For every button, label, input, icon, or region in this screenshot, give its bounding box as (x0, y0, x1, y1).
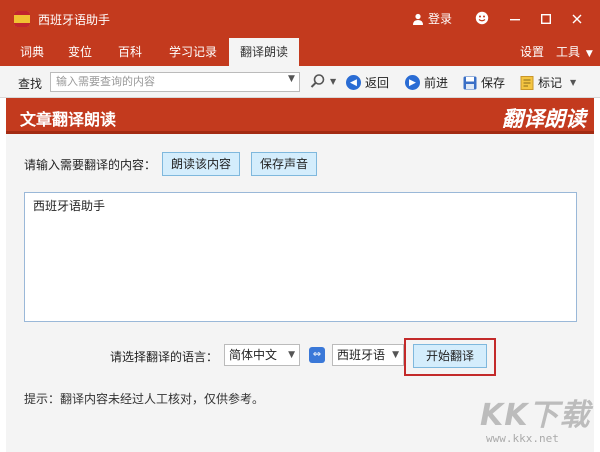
target-language-value: 西班牙语 (337, 348, 386, 362)
language-label: 请选择翻译的语言： (110, 350, 219, 364)
read-aloud-button[interactable]: 朗读该内容 (162, 152, 241, 176)
tab-translate-read[interactable]: 翻译朗读 (229, 38, 299, 66)
page-title: 文章翻译朗读 (20, 110, 117, 129)
login-button[interactable]: 登录 (412, 10, 452, 27)
tab-encyclopedia[interactable]: 百科 (108, 38, 152, 66)
minimize-icon[interactable] (504, 8, 526, 30)
target-language-select[interactable]: 西班牙语 ▼ (332, 344, 404, 366)
tip-text: 提示：翻译内容未经过人工核对，仅供参考。 (24, 392, 265, 406)
chevron-down-icon: ▼ (288, 350, 295, 360)
arrow-right-icon: ▶ (405, 75, 420, 90)
toolbar: 查找 输入需要查询的内容 ▼ ▼ ◀ 返回 ▶ 前进 保存 标记 ▼ (0, 66, 600, 98)
tab-conjugation[interactable]: 变位 (58, 38, 102, 66)
tools-label: 工具 (556, 45, 581, 59)
start-translate-button[interactable]: 开始翻译 (413, 344, 487, 368)
search-button[interactable]: ▼ (310, 73, 336, 89)
search-input[interactable]: 输入需要查询的内容 (50, 72, 300, 92)
chevron-down-icon: ▼ (392, 350, 399, 360)
login-label: 登录 (428, 12, 453, 26)
app-title: 西班牙语助手 (38, 13, 111, 27)
settings-menu[interactable]: 设置 (520, 38, 544, 66)
close-icon[interactable] (566, 8, 588, 30)
save-button[interactable]: 保存 (463, 74, 505, 91)
app-logo-icon (14, 11, 30, 27)
watermark: KK下载 www.kkx.net (470, 390, 598, 450)
forward-label: 前进 (424, 76, 449, 90)
maximize-icon[interactable] (535, 8, 557, 30)
watermark-url: www.kkx.net (486, 432, 559, 445)
chevron-down-icon: ▼ (585, 49, 593, 59)
chevron-down-icon: ▼ (330, 76, 337, 86)
save-label: 保存 (481, 76, 506, 90)
smiley-icon[interactable] (475, 11, 489, 25)
save-icon (463, 76, 477, 89)
chevron-down-icon[interactable]: ▼ (288, 74, 295, 84)
chevron-down-icon: ▼ (570, 78, 577, 87)
user-icon (413, 13, 423, 25)
bookmark-icon (520, 75, 534, 90)
arrow-left-icon: ◀ (346, 75, 361, 90)
search-icon (310, 74, 325, 88)
tools-menu[interactable]: 工具 ▼ (556, 38, 593, 66)
forward-button[interactable]: ▶ 前进 (405, 74, 448, 91)
banner-logo-text: 翻译朗读 (502, 107, 586, 131)
search-label: 查找 (18, 77, 43, 91)
tab-study-record[interactable]: 学习记录 (162, 38, 224, 66)
save-audio-button[interactable]: 保存声音 (251, 152, 318, 176)
back-label: 返回 (365, 76, 390, 90)
mark-button[interactable]: 标记 ▼ (520, 74, 576, 91)
input-prompt: 请输入需要翻译的内容： (24, 158, 157, 172)
source-language-value: 简体中文 (229, 348, 278, 362)
main-menu: 词典 变位 百科 学习记录 翻译朗读 设置 工具 ▼ (0, 38, 600, 66)
source-language-select[interactable]: 简体中文 ▼ (224, 344, 300, 366)
translate-input[interactable]: 西班牙语助手 (24, 192, 577, 322)
watermark-logo: KK下载 (480, 398, 591, 433)
title-bar: 西班牙语助手 登录 (0, 0, 600, 38)
swap-icon[interactable]: ⇔ (309, 347, 325, 363)
tab-dictionary[interactable]: 词典 (10, 38, 54, 66)
page-banner: 文章翻译朗读 翻译朗读 (6, 98, 594, 134)
mark-label: 标记 (538, 76, 563, 90)
back-button[interactable]: ◀ 返回 (346, 74, 389, 91)
